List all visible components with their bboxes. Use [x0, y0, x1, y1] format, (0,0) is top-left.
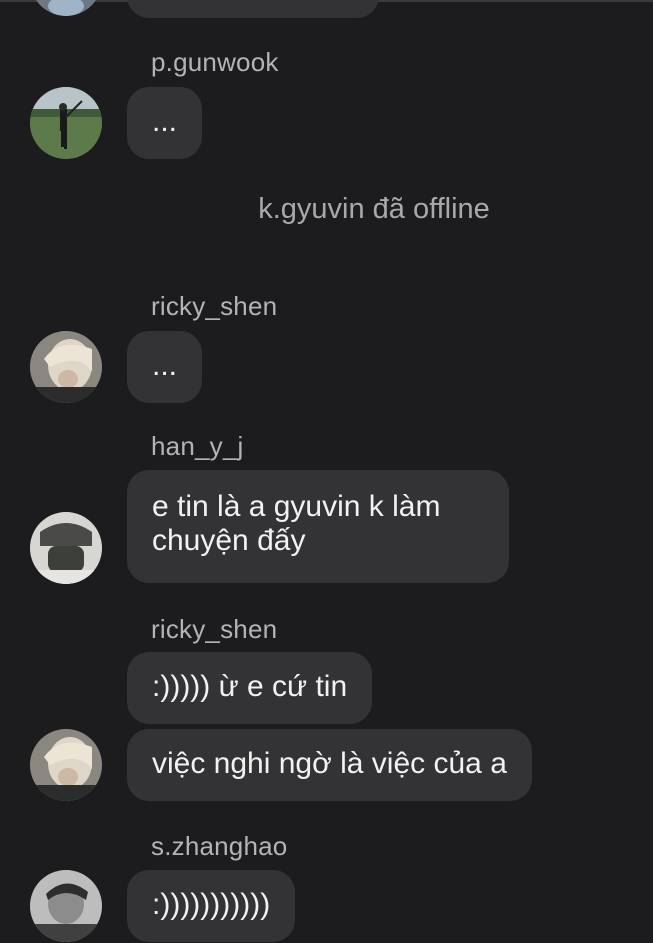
sender-name[interactable]: p.gunwook — [151, 47, 279, 78]
message-bubble[interactable]: :))))))))))) — [127, 870, 296, 942]
message-bubble[interactable]: ... — [127, 331, 203, 403]
message-bubble-partial[interactable] — [127, 0, 379, 18]
sender-name[interactable]: han_y_j — [151, 431, 243, 462]
avatar-ricky[interactable] — [30, 331, 102, 403]
sender-name[interactable]: ricky_shen — [151, 614, 277, 645]
avatar-ricky[interactable] — [30, 729, 102, 801]
sender-name[interactable]: ricky_shen — [151, 291, 277, 322]
avatar-zhanghao[interactable] — [30, 870, 102, 942]
avatar-partial[interactable] — [30, 0, 102, 16]
avatar-gunwook[interactable] — [30, 87, 102, 159]
avatar-hanyj[interactable] — [30, 512, 102, 584]
message-bubble[interactable]: việc nghi ngờ là việc của a — [127, 729, 532, 801]
message-bubble[interactable]: ... — [127, 87, 203, 159]
system-message-offline: k.gyuvin đã offline — [258, 193, 490, 225]
sender-name[interactable]: s.zhanghao — [151, 831, 287, 862]
message-bubble[interactable]: :))))) ừ e cứ tin — [127, 652, 373, 724]
message-bubble[interactable]: e tin là a gyuvin k làm chuyện đấy — [127, 470, 509, 583]
